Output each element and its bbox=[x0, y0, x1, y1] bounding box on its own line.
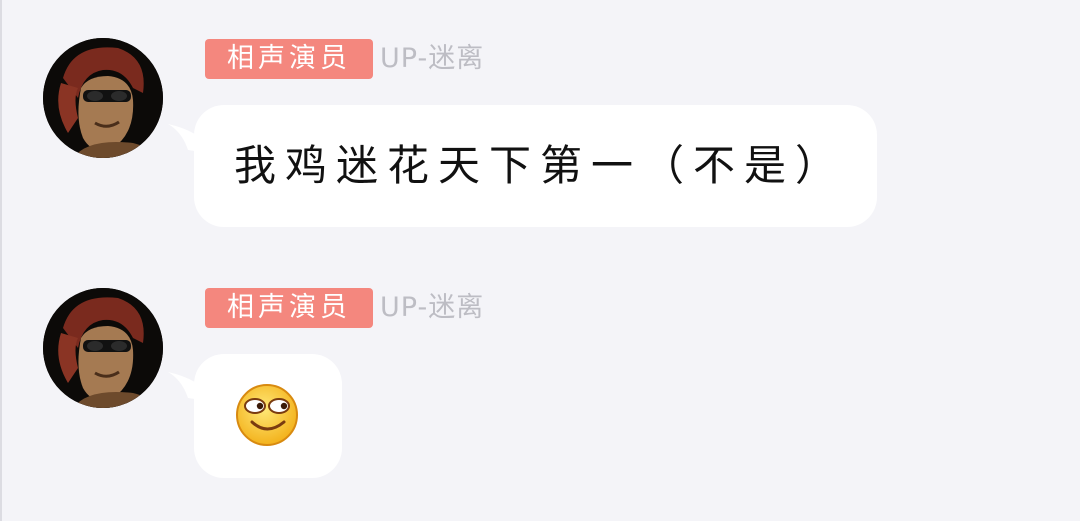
smirk-face-emoji-icon bbox=[234, 382, 300, 448]
member-title-badge: 相声演员 bbox=[205, 288, 373, 328]
window-edge bbox=[0, 0, 2, 521]
message-bubble[interactable]: 我鸡迷花天下第一（不是） bbox=[194, 105, 877, 227]
member-title-badge: 相声演员 bbox=[205, 39, 373, 79]
avatar[interactable] bbox=[43, 288, 163, 408]
sender-name[interactable]: UP-迷离 bbox=[380, 39, 484, 79]
sender-name[interactable]: UP-迷离 bbox=[380, 288, 484, 328]
message-text: 我鸡迷花天下第一（不是） bbox=[234, 141, 847, 190]
message-bubble[interactable] bbox=[194, 354, 342, 478]
avatar[interactable] bbox=[43, 38, 163, 158]
